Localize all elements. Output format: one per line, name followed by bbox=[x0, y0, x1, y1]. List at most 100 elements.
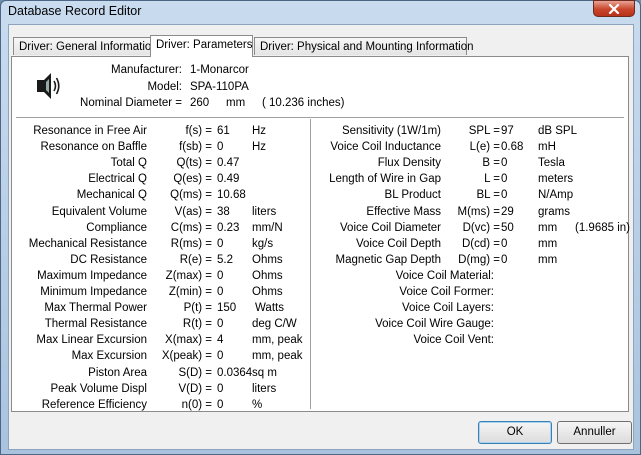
param-value-field[interactable]: 0.0364 bbox=[217, 367, 252, 379]
nominal-diameter-unit: mm bbox=[226, 97, 246, 109]
param-unit: liters bbox=[252, 382, 277, 395]
param-value-field[interactable]: 150 bbox=[217, 302, 236, 314]
coil-info-label: Voice Coil Layers: bbox=[401, 302, 494, 315]
tab-parameters[interactable]: Driver: Parameters bbox=[150, 35, 253, 57]
param-symbol: V(as) = bbox=[174, 205, 212, 218]
param-symbol: D(mg) = bbox=[458, 253, 500, 266]
speaker-icon bbox=[37, 73, 60, 99]
param-unit: deg C/W bbox=[252, 318, 297, 331]
param-value-field[interactable]: 0 bbox=[217, 238, 223, 250]
param-label: Voice Coil Depth bbox=[355, 237, 441, 250]
coil-info-label: Voice Coil Wire Gauge: bbox=[375, 318, 494, 331]
title-bar[interactable]: Database Record Editor bbox=[1, 0, 640, 22]
param-value-field[interactable]: 0 bbox=[217, 350, 223, 362]
param-value-field[interactable]: 0 bbox=[501, 254, 507, 266]
param-unit: Ohms bbox=[252, 269, 283, 282]
param-symbol: S(D) = bbox=[178, 366, 212, 379]
nominal-diameter-value: 260 bbox=[190, 97, 210, 109]
param-label: Peak Volume Displ bbox=[50, 382, 147, 395]
param-label: Max Linear Excursion bbox=[36, 334, 147, 347]
param-value-field[interactable]: 0.68 bbox=[501, 141, 523, 153]
tab-label: Driver: General Information bbox=[19, 41, 158, 53]
param-value-field[interactable]: 0 bbox=[501, 189, 507, 201]
tab-physical-mounting[interactable]: Driver: Physical and Mounting Informatio… bbox=[254, 37, 474, 55]
param-label: Length of Wire in Gap bbox=[329, 173, 441, 186]
param-symbol: C(ms) = bbox=[170, 221, 212, 234]
param-label: Resonance on Baffle bbox=[40, 141, 147, 154]
param-value-field[interactable]: 0.47 bbox=[217, 157, 239, 169]
param-symbol: V(D) = bbox=[178, 382, 212, 395]
param-symbol: D(cd) = bbox=[461, 237, 500, 250]
param-value-field[interactable]: 4 bbox=[217, 334, 223, 346]
param-value-field[interactable]: 0 bbox=[217, 318, 223, 330]
param-label: DC Resistance bbox=[70, 253, 147, 266]
param-unit: mm bbox=[538, 221, 558, 234]
tab-label: Driver: Parameters bbox=[156, 39, 253, 51]
param-value-field[interactable]: 5.2 bbox=[217, 254, 233, 266]
cancel-button[interactable]: Annuller bbox=[557, 421, 632, 444]
coil-info-label: Voice Coil Former: bbox=[399, 286, 494, 299]
param-label: Mechanical Resistance bbox=[28, 237, 147, 250]
param-symbol: Z(max) = bbox=[165, 269, 212, 282]
param-value-field[interactable]: 29 bbox=[501, 206, 514, 218]
model-value: SPA-110PA bbox=[190, 81, 249, 93]
param-symbol: B = bbox=[482, 157, 500, 170]
param-label: Reference Efficiency bbox=[41, 398, 147, 411]
param-symbol: Z(min) = bbox=[168, 286, 212, 298]
param-unit: sq m bbox=[252, 366, 277, 379]
column-divider bbox=[310, 119, 312, 409]
param-label: BL Product bbox=[384, 189, 441, 202]
param-symbol: n(0) = bbox=[181, 398, 212, 411]
param-label: Max Excursion bbox=[71, 350, 147, 363]
param-label: Electrical Q bbox=[88, 173, 147, 186]
dialog-window: Database Record Editor Driver: General I… bbox=[0, 0, 641, 455]
model-label: Model: bbox=[147, 81, 182, 93]
param-symbol: f(s) = bbox=[185, 125, 212, 137]
param-extra: (1.9685 in) bbox=[575, 221, 630, 234]
nominal-diameter-label: Nominal Diameter = bbox=[80, 97, 182, 109]
param-symbol: SPL = bbox=[468, 125, 500, 137]
param-unit: mm/N bbox=[252, 221, 283, 234]
coil-info-label: Voice Coil Vent: bbox=[413, 334, 494, 347]
param-value-field[interactable]: 0 bbox=[217, 286, 223, 298]
param-value-field[interactable]: 0 bbox=[217, 270, 223, 282]
param-label: Total Q bbox=[110, 157, 147, 170]
param-value-field[interactable]: 0 bbox=[501, 157, 507, 169]
param-value-field[interactable]: 38 bbox=[217, 206, 230, 218]
param-unit: meters bbox=[538, 173, 574, 186]
param-label: Piston Area bbox=[88, 366, 147, 379]
param-unit: mm bbox=[538, 253, 558, 266]
param-value-field[interactable]: 50 bbox=[501, 222, 514, 234]
tab-general-information[interactable]: Driver: General Information bbox=[13, 37, 158, 55]
param-label: Voice Coil Inductance bbox=[330, 141, 441, 154]
dialog-client: Driver: General Information Driver: Para… bbox=[8, 24, 634, 450]
param-unit: grams bbox=[538, 205, 570, 218]
param-unit: Hz bbox=[252, 125, 267, 137]
param-value-field[interactable]: 10.68 bbox=[217, 189, 246, 201]
param-unit: N/Amp bbox=[538, 189, 574, 202]
param-value-field[interactable]: 0 bbox=[501, 173, 507, 185]
param-value-field[interactable]: 0.23 bbox=[217, 222, 239, 234]
param-unit: Watts bbox=[255, 302, 284, 315]
window-title: Database Record Editor bbox=[8, 4, 142, 18]
param-symbol: Q(ts) = bbox=[176, 157, 212, 170]
param-label: Max Thermal Power bbox=[44, 302, 147, 315]
param-value-field[interactable]: 0 bbox=[217, 383, 223, 395]
tab-label: Driver: Physical and Mounting Informatio… bbox=[260, 41, 474, 53]
param-symbol: BL = bbox=[476, 189, 500, 202]
param-value-field[interactable]: 0.49 bbox=[217, 173, 239, 185]
param-unit: Ohms bbox=[252, 286, 283, 298]
param-value-field[interactable]: 0 bbox=[217, 399, 223, 411]
param-value-field[interactable]: 0 bbox=[217, 141, 223, 153]
param-label: Flux Density bbox=[377, 157, 441, 170]
param-value-field[interactable]: 0 bbox=[501, 238, 507, 250]
param-unit: dB SPL bbox=[538, 125, 577, 137]
param-value-field[interactable]: 97 bbox=[501, 125, 514, 137]
param-value-field[interactable]: 61 bbox=[217, 125, 230, 137]
parameters-panel: Manufacturer: 1-Monarcor Model: SPA-110P… bbox=[11, 56, 630, 412]
param-symbol: X(max) = bbox=[165, 334, 212, 347]
close-button[interactable] bbox=[593, 0, 635, 17]
ok-button[interactable]: OK bbox=[478, 421, 552, 444]
close-icon bbox=[608, 4, 620, 14]
param-symbol: Q(ms) = bbox=[170, 189, 212, 202]
